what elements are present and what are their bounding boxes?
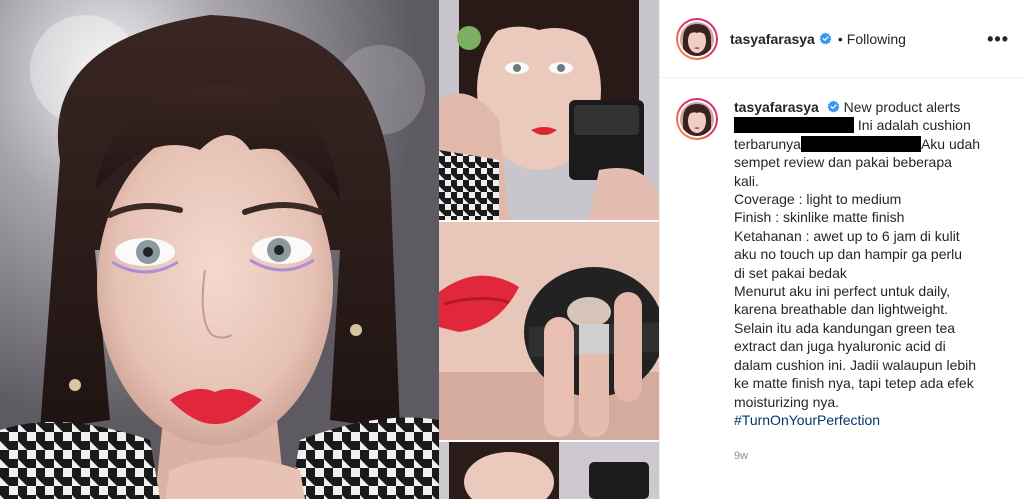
caption-username[interactable]: tasyafarasya [734, 99, 819, 115]
following-button[interactable]: Following [847, 31, 906, 47]
caption-line: Finish : skinlike matte finish [734, 209, 905, 226]
caption-line: ke matte finish nya, tapi tetep ada efek [734, 375, 974, 392]
post-author-username[interactable]: tasyafarasya [730, 31, 815, 47]
post-timestamp[interactable]: 9w [734, 447, 1004, 465]
hashtag-link[interactable]: #TurnOnYourPerfection [734, 411, 1004, 429]
caption-line: Coverage : light to medium [734, 191, 902, 208]
verified-badge-icon [819, 32, 832, 45]
caption-line: Ini adalah cushion [857, 117, 971, 134]
post-sidebar: tasyafarasya • Following ••• tasyafarasy… [659, 0, 1025, 499]
caption-avatar[interactable] [676, 98, 718, 140]
caption-line: dalam cushion ini. Jadii walaupun lebih [734, 356, 977, 373]
caption-line: Aku udah [920, 135, 981, 152]
caption-line: terbarunya [734, 135, 801, 152]
caption-line: karena breathable dan lightweight. [734, 301, 949, 318]
main-portrait-photo[interactable] [0, 0, 439, 499]
cushion-detail-photo[interactable] [439, 442, 659, 499]
caption-line: aku no touch up dan hampir ga perlu [734, 246, 963, 263]
caption-profile-picture[interactable] [680, 102, 714, 136]
redacted-block [800, 135, 921, 152]
caption-text: tasyafarasya New product alerts Ini adal… [734, 98, 1004, 466]
separator-dot: • [837, 30, 843, 47]
caption-line: di set pakai bedak [734, 264, 847, 281]
caption-section: tasyafarasya New product alerts Ini adal… [660, 78, 1025, 466]
cushion-compact-photo[interactable] [439, 0, 659, 220]
caption-line: New product alerts [843, 99, 961, 115]
redacted-block [734, 117, 854, 134]
caption-line: kali. [734, 172, 759, 189]
caption-line: sempet review dan pakai beberapa [734, 154, 952, 171]
post-header: tasyafarasya • Following ••• [660, 0, 1025, 78]
caption-line: moisturizing nya. [734, 393, 840, 410]
caption-line: Menurut aku ini perfect untuk daily, [734, 283, 951, 300]
caption-verified-badge-icon [827, 100, 840, 113]
profile-picture[interactable] [680, 21, 714, 56]
post-media[interactable] [0, 0, 659, 499]
caption-line: Ketahanan : awet up to 6 jam di kulit [734, 227, 960, 244]
caption-line: Selain itu ada kandungan green tea [734, 319, 956, 336]
more-options-icon[interactable]: ••• [987, 30, 1009, 48]
lips-puff-photo[interactable] [439, 222, 659, 440]
caption-line: extract dan juga hyaluronic acid di [734, 338, 946, 355]
avatar[interactable] [676, 17, 718, 60]
